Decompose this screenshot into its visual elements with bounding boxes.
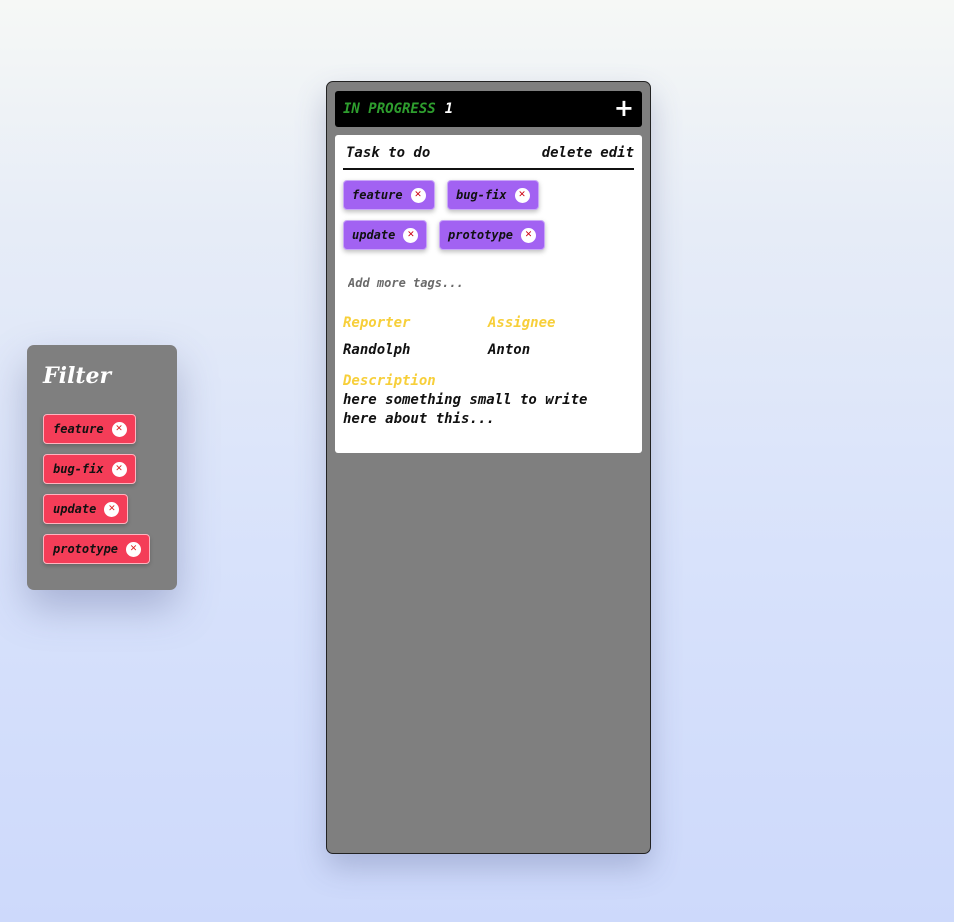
card-tag-label: update	[352, 228, 396, 242]
description-label: Description	[343, 373, 436, 389]
edit-button[interactable]: edit	[600, 145, 634, 161]
card-header: Task to do delete edit	[343, 145, 634, 170]
filter-tag-feature[interactable]: feature ✕	[43, 414, 136, 444]
remove-tag-icon[interactable]: ✕	[403, 227, 419, 243]
add-tags-input[interactable]	[343, 271, 633, 295]
task-card[interactable]: Task to do delete edit feature ✕ bug-fix…	[335, 135, 642, 453]
card-tag-feature[interactable]: feature ✕	[343, 180, 435, 210]
filter-tag-prototype[interactable]: prototype ✕	[43, 534, 151, 564]
in-progress-column: IN PROGRESS 1 + Task to do delete edit f…	[326, 81, 651, 854]
card-tag-update[interactable]: update ✕	[343, 220, 428, 250]
filter-tag-label: bug-fix	[53, 462, 104, 476]
remove-tag-icon[interactable]: ✕	[111, 461, 127, 477]
card-title: Task to do	[346, 145, 431, 161]
column-header: IN PROGRESS 1 +	[335, 91, 642, 127]
card-tag-bug-fix[interactable]: bug-fix ✕	[447, 180, 539, 210]
column-count: 1	[444, 101, 454, 117]
card-tag-label: feature	[352, 188, 403, 202]
add-task-button[interactable]: +	[614, 96, 634, 122]
assignee-label: Assignee	[488, 315, 556, 331]
assignee-value: Anton	[488, 342, 531, 358]
description-text: here something small to write here about…	[343, 392, 588, 427]
column-title: IN PROGRESS	[343, 101, 436, 117]
delete-button[interactable]: delete	[542, 145, 593, 161]
filter-tag-label: prototype	[53, 542, 119, 556]
filter-panel: Filter feature ✕ bug-fix ✕ update ✕ prot…	[27, 345, 177, 590]
remove-tag-icon[interactable]: ✕	[521, 227, 537, 243]
remove-tag-icon[interactable]: ✕	[104, 501, 120, 517]
filter-tag-label: feature	[53, 422, 104, 436]
reporter-label: Reporter	[343, 315, 411, 331]
card-tag-prototype[interactable]: prototype ✕	[439, 220, 546, 250]
filter-title: Filter	[43, 363, 112, 389]
remove-tag-icon[interactable]: ✕	[111, 421, 127, 437]
remove-tag-icon[interactable]: ✕	[410, 187, 426, 203]
filter-tag-bug-fix[interactable]: bug-fix ✕	[43, 454, 136, 484]
reporter-value: Randolph	[343, 342, 411, 358]
remove-tag-icon[interactable]: ✕	[126, 541, 142, 557]
filter-tag-label: update	[53, 502, 97, 516]
card-tag-label: bug-fix	[456, 188, 507, 202]
card-tag-label: prototype	[448, 228, 514, 242]
remove-tag-icon[interactable]: ✕	[514, 187, 530, 203]
card-actions: delete edit	[542, 145, 634, 161]
filter-tag-update[interactable]: update ✕	[43, 494, 129, 524]
